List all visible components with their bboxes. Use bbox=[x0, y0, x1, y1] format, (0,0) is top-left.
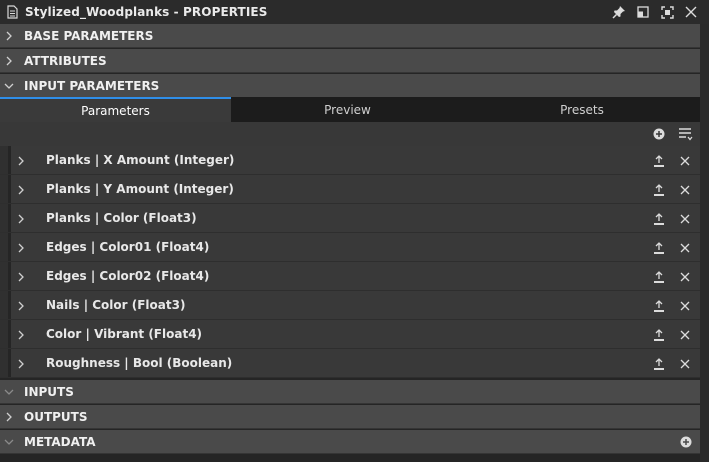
remove-icon[interactable] bbox=[677, 153, 693, 169]
upload-icon[interactable] bbox=[651, 327, 667, 343]
section-label: ATTRIBUTES bbox=[24, 53, 107, 68]
section-input-parameters[interactable]: INPUT PARAMETERS bbox=[0, 74, 700, 98]
close-icon[interactable] bbox=[679, 0, 703, 24]
parameter-row[interactable]: Planks | Color (Float3) bbox=[0, 204, 700, 233]
remove-icon[interactable] bbox=[677, 211, 693, 227]
remove-icon[interactable] bbox=[677, 269, 693, 285]
parameter-row[interactable]: Nails | Color (Float3) bbox=[0, 291, 700, 320]
list-options-icon[interactable] bbox=[677, 126, 695, 142]
section-label: BASE PARAMETERS bbox=[24, 28, 154, 43]
section-label: INPUT PARAMETERS bbox=[24, 79, 160, 93]
fullscreen-icon[interactable] bbox=[655, 0, 679, 24]
section-inputs[interactable]: INPUTS bbox=[0, 380, 700, 404]
remove-icon[interactable] bbox=[677, 356, 693, 372]
chevron-right-icon[interactable] bbox=[14, 262, 28, 291]
upload-icon[interactable] bbox=[651, 211, 667, 227]
remove-icon[interactable] bbox=[677, 240, 693, 256]
parameter-label: Roughness | Bool (Boolean) bbox=[46, 356, 233, 370]
section-metadata[interactable]: METADATA bbox=[0, 430, 700, 454]
parameter-list: Planks | X Amount (Integer) Planks | Y A… bbox=[0, 146, 700, 378]
chevron-right-icon[interactable] bbox=[14, 204, 28, 233]
remove-icon[interactable] bbox=[677, 298, 693, 314]
remove-icon[interactable] bbox=[677, 327, 693, 343]
tab-parameters[interactable]: Parameters bbox=[0, 97, 231, 122]
chevron-right-icon[interactable] bbox=[14, 233, 28, 262]
upload-icon[interactable] bbox=[651, 298, 667, 314]
scrollbar-track[interactable] bbox=[700, 24, 709, 462]
restore-icon[interactable] bbox=[631, 0, 655, 24]
tab-bar: Parameters Preview Presets bbox=[0, 97, 700, 122]
parameter-row[interactable]: Edges | Color02 (Float4) bbox=[0, 262, 700, 291]
chevron-down-icon bbox=[0, 82, 18, 90]
parameter-label: Edges | Color01 (Float4) bbox=[46, 240, 210, 254]
tab-preview[interactable]: Preview bbox=[231, 97, 464, 122]
chevron-right-icon bbox=[0, 31, 18, 41]
chevron-right-icon bbox=[0, 412, 18, 422]
remove-icon[interactable] bbox=[677, 182, 693, 198]
section-label: OUTPUTS bbox=[24, 409, 88, 424]
parameter-row[interactable]: Roughness | Bool (Boolean) bbox=[0, 349, 700, 378]
parameter-row[interactable]: Edges | Color01 (Float4) bbox=[0, 233, 700, 262]
section-label: INPUTS bbox=[24, 384, 74, 399]
chevron-right-icon[interactable] bbox=[14, 175, 28, 204]
upload-icon[interactable] bbox=[651, 356, 667, 372]
parameter-label: Edges | Color02 (Float4) bbox=[46, 269, 210, 283]
chevron-right-icon[interactable] bbox=[14, 349, 28, 378]
add-parameter-icon[interactable] bbox=[652, 127, 666, 141]
parameters-toolbar bbox=[0, 122, 700, 146]
chevron-right-icon bbox=[0, 56, 18, 66]
pin-icon[interactable] bbox=[607, 0, 631, 24]
upload-icon[interactable] bbox=[651, 269, 667, 285]
parameter-label: Planks | X Amount (Integer) bbox=[46, 153, 235, 167]
chevron-down-icon bbox=[0, 438, 18, 446]
section-outputs[interactable]: OUTPUTS bbox=[0, 405, 700, 429]
window-controls bbox=[607, 0, 703, 24]
parameter-row[interactable]: Planks | X Amount (Integer) bbox=[0, 146, 700, 175]
document-icon bbox=[2, 5, 22, 19]
chevron-down-icon bbox=[0, 388, 18, 396]
upload-icon[interactable] bbox=[651, 153, 667, 169]
tab-presets[interactable]: Presets bbox=[464, 97, 700, 122]
parameter-row[interactable]: Planks | Y Amount (Integer) bbox=[0, 175, 700, 204]
parameter-label: Nails | Color (Float3) bbox=[46, 298, 186, 312]
parameter-label: Planks | Color (Float3) bbox=[46, 211, 197, 225]
section-base-parameters[interactable]: BASE PARAMETERS bbox=[0, 24, 700, 48]
upload-icon[interactable] bbox=[651, 182, 667, 198]
add-metadata-icon[interactable] bbox=[680, 430, 692, 454]
chevron-right-icon[interactable] bbox=[14, 146, 28, 175]
chevron-right-icon[interactable] bbox=[14, 291, 28, 320]
parameter-label: Color | Vibrant (Float4) bbox=[46, 327, 203, 341]
window-title: Stylized_Woodplanks - PROPERTIES bbox=[25, 5, 268, 19]
section-label: METADATA bbox=[24, 434, 96, 449]
chevron-right-icon[interactable] bbox=[14, 320, 28, 349]
upload-icon[interactable] bbox=[651, 240, 667, 256]
window-titlebar: Stylized_Woodplanks - PROPERTIES bbox=[0, 0, 709, 24]
parameter-label: Planks | Y Amount (Integer) bbox=[46, 182, 234, 196]
section-attributes[interactable]: ATTRIBUTES bbox=[0, 49, 700, 73]
parameter-row[interactable]: Color | Vibrant (Float4) bbox=[0, 320, 700, 349]
